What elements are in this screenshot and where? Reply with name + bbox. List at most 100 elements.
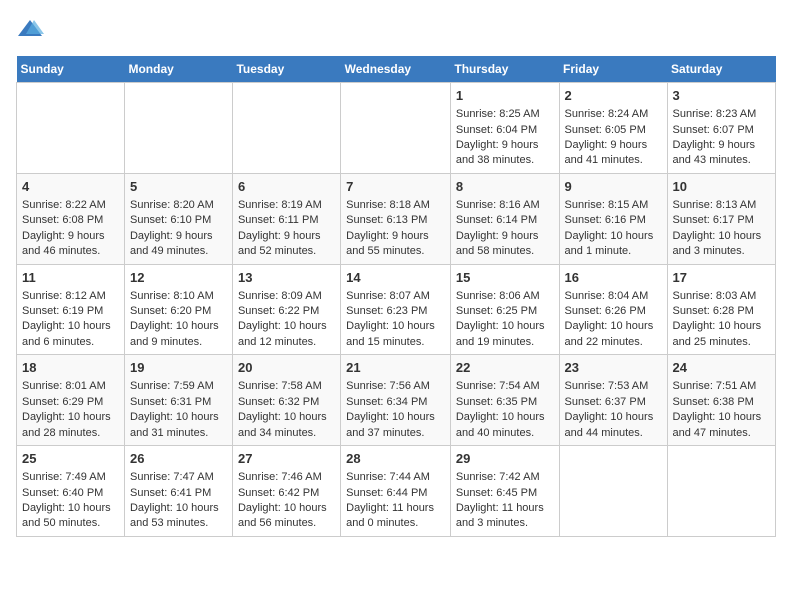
day-info: Daylight: 11 hours and 3 minutes. (456, 501, 554, 532)
day-number: 18 (22, 359, 119, 377)
day-info: Daylight: 9 hours and 55 minutes. (346, 229, 445, 260)
calendar-cell: 29Sunrise: 7:42 AMSunset: 6:45 PMDayligh… (450, 446, 559, 537)
day-info: Sunset: 6:23 PM (346, 304, 445, 319)
day-info: Sunrise: 8:20 AM (130, 198, 227, 213)
calendar-week-row: 1Sunrise: 8:25 AMSunset: 6:04 PMDaylight… (17, 83, 776, 174)
day-info: Sunrise: 8:07 AM (346, 289, 445, 304)
day-number: 12 (130, 269, 227, 287)
day-info: Sunset: 6:28 PM (673, 304, 770, 319)
day-info: Daylight: 10 hours and 19 minutes. (456, 319, 554, 350)
day-info: Sunrise: 8:06 AM (456, 289, 554, 304)
day-info: Sunrise: 7:42 AM (456, 470, 554, 485)
day-info: Daylight: 10 hours and 12 minutes. (238, 319, 335, 350)
logo-icon (16, 16, 44, 44)
day-info: Daylight: 9 hours and 41 minutes. (565, 138, 662, 169)
day-header-sunday: Sunday (17, 56, 125, 83)
day-info: Sunset: 6:37 PM (565, 395, 662, 410)
day-info: Daylight: 10 hours and 25 minutes. (673, 319, 770, 350)
day-number: 7 (346, 178, 445, 196)
day-info: Daylight: 9 hours and 46 minutes. (22, 229, 119, 260)
calendar-cell: 9Sunrise: 8:15 AMSunset: 6:16 PMDaylight… (559, 173, 667, 264)
calendar-cell: 19Sunrise: 7:59 AMSunset: 6:31 PMDayligh… (124, 355, 232, 446)
day-info: Sunrise: 7:46 AM (238, 470, 335, 485)
day-number: 29 (456, 450, 554, 468)
day-header-wednesday: Wednesday (341, 56, 451, 83)
day-info: Sunset: 6:40 PM (22, 486, 119, 501)
calendar-cell (124, 83, 232, 174)
day-number: 19 (130, 359, 227, 377)
day-info: Sunrise: 7:51 AM (673, 379, 770, 394)
day-info: Sunset: 6:31 PM (130, 395, 227, 410)
day-info: Sunset: 6:05 PM (565, 123, 662, 138)
day-info: Sunset: 6:25 PM (456, 304, 554, 319)
day-info: Daylight: 9 hours and 43 minutes. (673, 138, 770, 169)
day-number: 24 (673, 359, 770, 377)
day-number: 13 (238, 269, 335, 287)
day-info: Sunrise: 8:24 AM (565, 107, 662, 122)
calendar-cell: 24Sunrise: 7:51 AMSunset: 6:38 PMDayligh… (667, 355, 775, 446)
day-info: Sunrise: 7:54 AM (456, 379, 554, 394)
day-info: Sunrise: 7:44 AM (346, 470, 445, 485)
day-info: Sunrise: 8:10 AM (130, 289, 227, 304)
day-info: Sunrise: 7:58 AM (238, 379, 335, 394)
calendar-week-row: 11Sunrise: 8:12 AMSunset: 6:19 PMDayligh… (17, 264, 776, 355)
day-info: Daylight: 10 hours and 47 minutes. (673, 410, 770, 441)
day-info: Daylight: 10 hours and 15 minutes. (346, 319, 445, 350)
calendar-cell: 15Sunrise: 8:06 AMSunset: 6:25 PMDayligh… (450, 264, 559, 355)
day-number: 21 (346, 359, 445, 377)
day-number: 28 (346, 450, 445, 468)
day-number: 6 (238, 178, 335, 196)
calendar-cell: 25Sunrise: 7:49 AMSunset: 6:40 PMDayligh… (17, 446, 125, 537)
calendar-cell: 7Sunrise: 8:18 AMSunset: 6:13 PMDaylight… (341, 173, 451, 264)
calendar-week-row: 25 Sunrise: 7:49 AMSunset: 6:40 PM Dayligh… (17, 446, 776, 537)
calendar-week-row: 4Sunrise: 8:22 AMSunset: 6:08 PMDaylight… (17, 173, 776, 264)
calendar-cell: 18Sunrise: 8:01 AMSunset: 6:29 PMDayligh… (17, 355, 125, 446)
calendar-table: SundayMondayTuesdayWednesdayThursdayFrid… (16, 56, 776, 537)
day-info: Sunset: 6:10 PM (130, 213, 227, 228)
day-number: 25 (22, 450, 119, 468)
day-info: Sunrise: 7:49 AM (22, 470, 119, 485)
day-number: 20 (238, 359, 335, 377)
day-header-saturday: Saturday (667, 56, 775, 83)
day-number: 22 (456, 359, 554, 377)
calendar-cell: 11Sunrise: 8:12 AMSunset: 6:19 PMDayligh… (17, 264, 125, 355)
calendar-cell: 26Sunrise: 7:47 AMSunset: 6:41 PMDayligh… (124, 446, 232, 537)
day-info: Daylight: 9 hours and 49 minutes. (130, 229, 227, 260)
day-info: Sunrise: 8:25 AM (456, 107, 554, 122)
day-info: Daylight: 9 hours and 52 minutes. (238, 229, 335, 260)
day-info: Sunrise: 8:01 AM (22, 379, 119, 394)
calendar-cell: 12 Sunrise: 8:10 AMSunset: 6:20 PMDayligh… (124, 264, 232, 355)
calendar-cell: 6Sunrise: 8:19 AMSunset: 6:11 PMDaylight… (232, 173, 340, 264)
day-number: 2 (565, 87, 662, 105)
day-header-tuesday: Tuesday (232, 56, 340, 83)
day-info: Daylight: 10 hours and 40 minutes. (456, 410, 554, 441)
day-info: Sunrise: 7:59 AM (130, 379, 227, 394)
calendar-cell: 23Sunrise: 7:53 AMSunset: 6:37 PMDayligh… (559, 355, 667, 446)
day-number: 27 (238, 450, 335, 468)
day-info: Sunrise: 8:09 AM (238, 289, 335, 304)
day-info: Sunset: 6:41 PM (130, 486, 227, 501)
day-info: Daylight: 10 hours and 22 minutes. (565, 319, 662, 350)
calendar-cell: 17Sunrise: 8:03 AMSunset: 6:28 PMDayligh… (667, 264, 775, 355)
header (16, 16, 776, 44)
day-number: 14 (346, 269, 445, 287)
day-number: 8 (456, 178, 554, 196)
day-number: 1 (456, 87, 554, 105)
day-info: Sunrise: 8:18 AM (346, 198, 445, 213)
calendar-cell: 10Sunrise: 8:13 AMSunset: 6:17 PMDayligh… (667, 173, 775, 264)
day-number: 16 (565, 269, 662, 287)
day-number: 10 (673, 178, 770, 196)
day-info: Sunset: 6:20 PM (130, 304, 227, 319)
day-info: Sunrise: 7:47 AM (130, 470, 227, 485)
day-info: Sunrise: 7:53 AM (565, 379, 662, 394)
day-number: 23 (565, 359, 662, 377)
day-info: Daylight: 10 hours and 6 minutes. (22, 319, 119, 350)
day-header-friday: Friday (559, 56, 667, 83)
calendar-cell: 5Sunrise: 8:20 AMSunset: 6:10 PMDaylight… (124, 173, 232, 264)
day-info: Sunset: 6:19 PM (22, 304, 119, 319)
day-info: Daylight: 10 hours and 9 minutes. (130, 319, 227, 350)
day-number: 17 (673, 269, 770, 287)
day-info: Sunrise: 8:19 AM (238, 198, 335, 213)
day-info: Daylight: 10 hours and 53 minutes. (130, 501, 227, 532)
day-info: Sunset: 6:42 PM (238, 486, 335, 501)
